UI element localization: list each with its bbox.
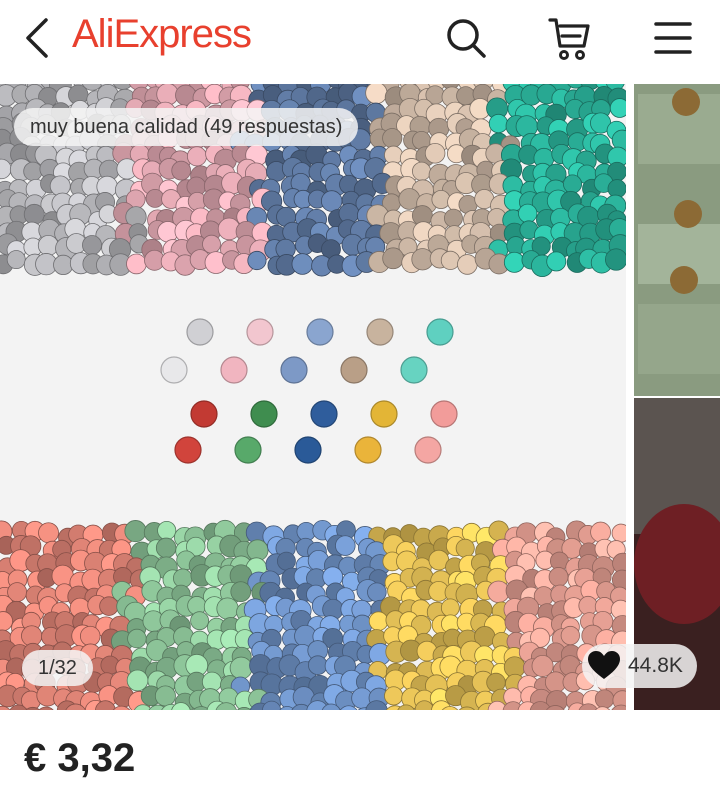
menu-icon[interactable]	[650, 14, 698, 62]
top-bar: AliExpress	[0, 0, 720, 84]
chevron-left-icon[interactable]	[18, 14, 58, 62]
product-price: € 3,32	[24, 736, 136, 780]
like-button[interactable]: 44.8K	[582, 644, 697, 688]
product-image-gallery[interactable]: muy buena calidad (49 respuestas) 1/32 4…	[0, 84, 720, 710]
page-indicator: 1/32	[22, 650, 93, 686]
product-image[interactable]	[0, 84, 626, 710]
wax-beads-photo	[0, 84, 626, 710]
like-count: 44.8K	[628, 654, 683, 677]
aliexpress-logo[interactable]: AliExpress	[72, 12, 252, 57]
cart-icon[interactable]	[546, 14, 594, 62]
search-icon[interactable]	[442, 14, 490, 62]
review-summary-badge[interactable]: muy buena calidad (49 respuestas)	[14, 108, 359, 146]
heart-icon	[588, 651, 620, 679]
envelope-seal-photo	[634, 84, 720, 710]
next-product-image[interactable]	[634, 84, 720, 710]
